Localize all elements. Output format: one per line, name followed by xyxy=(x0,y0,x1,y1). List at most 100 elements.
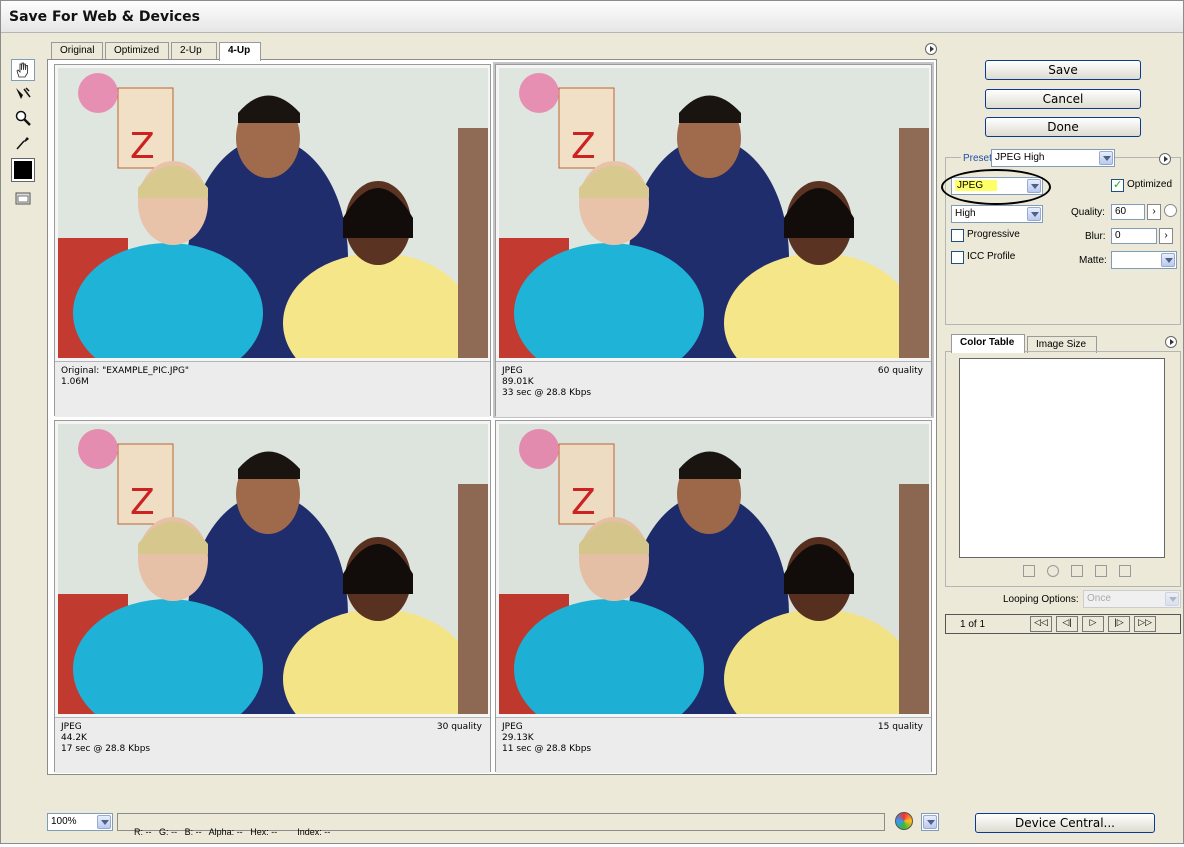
color-table-tools xyxy=(1023,565,1163,581)
play-icon[interactable]: ▷ xyxy=(1082,616,1104,632)
preview-area: Z Original: "EXAMPLE_PIC.JPG" 1.06M Z JP… xyxy=(47,59,937,775)
svg-text:Z: Z xyxy=(571,482,596,523)
looping-options-value: Once xyxy=(1087,593,1111,604)
preview-pane-original[interactable]: Z Original: "EXAMPLE_PIC.JPG" 1.06M xyxy=(54,64,491,417)
color-table-area[interactable] xyxy=(959,358,1165,558)
preset-select[interactable]: JPEG High xyxy=(991,149,1115,167)
zoom-icon[interactable] xyxy=(11,107,35,129)
optimized-checkbox[interactable] xyxy=(1111,178,1124,192)
r-label: R: xyxy=(134,827,144,837)
save-for-web-dialog: Save For Web & Devices Original Optimize… xyxy=(0,0,1184,844)
svg-text:Z: Z xyxy=(571,126,596,167)
previous-frame-icon[interactable]: ◁| xyxy=(1056,616,1078,632)
optimize-menu-icon[interactable] xyxy=(1159,153,1171,165)
pane-file-label: Original: "EXAMPLE_PIC.JPG" xyxy=(61,366,190,376)
quality-input[interactable]: 60 xyxy=(1111,204,1145,220)
matte-label: Matte: xyxy=(1079,255,1107,266)
quality-label: Quality: xyxy=(1071,207,1105,218)
preview-image: Z xyxy=(499,424,929,714)
index-label: Index: xyxy=(297,827,322,837)
preview-image: Z xyxy=(58,68,488,358)
quality-slider-arrow-icon[interactable]: › xyxy=(1147,204,1161,220)
b-label: B: xyxy=(184,827,194,837)
animation-controls: 1 of 1 ◁◁ ◁| ▷ |▷ ▷▷ xyxy=(945,614,1181,634)
tab-original[interactable]: Original xyxy=(51,42,103,59)
tab-2up[interactable]: 2-Up xyxy=(171,42,217,59)
trash-icon[interactable] xyxy=(1119,565,1131,577)
chevron-down-icon[interactable] xyxy=(1161,253,1175,267)
preset-value: JPEG High xyxy=(995,152,1045,163)
pane-format: JPEG xyxy=(502,366,523,376)
done-button[interactable]: Done xyxy=(985,117,1141,137)
quality-level-select[interactable]: High xyxy=(951,205,1043,223)
pane-info: Original: "EXAMPLE_PIC.JPG" 1.06M xyxy=(55,361,490,417)
pane-info: JPEG 44.2K 17 sec @ 28.8 Kbps 30 quality xyxy=(55,717,490,773)
quality-modifier-icon[interactable] xyxy=(1164,204,1177,217)
tab-color-table[interactable]: Color Table xyxy=(951,334,1025,353)
new-color-icon[interactable] xyxy=(1095,565,1107,577)
pane-info: JPEG 89.01K 33 sec @ 28.8 Kbps 60 qualit… xyxy=(496,361,931,417)
blur-label: Blur: xyxy=(1085,231,1106,242)
pane-download-time: 11 sec @ 28.8 Kbps xyxy=(502,744,592,754)
lock-icon[interactable] xyxy=(1071,565,1083,577)
pane-file-size: 44.2K xyxy=(61,733,87,743)
preview-pane-optimized-60[interactable]: Z JPEG 89.01K 33 sec @ 28.8 Kbps 60 qual… xyxy=(493,62,934,418)
chevron-down-icon[interactable] xyxy=(923,815,937,829)
blur-input[interactable]: 0 xyxy=(1111,228,1157,244)
chevron-down-icon[interactable] xyxy=(1027,207,1041,221)
quality-level-value: High xyxy=(955,208,976,219)
svg-text:Z: Z xyxy=(130,126,155,167)
alpha-value: -- xyxy=(236,827,243,837)
preview-menu-icon[interactable] xyxy=(925,43,937,55)
pane-quality: 60 quality xyxy=(877,366,923,376)
looping-options-label: Looping Options: xyxy=(1003,594,1079,605)
preview-pane-optimized-15[interactable]: Z JPEG 29.13K 11 sec @ 28.8 Kbps 15 qual… xyxy=(495,420,932,773)
window-title: Save For Web & Devices xyxy=(9,9,201,25)
icc-profile-label: ICC Profile xyxy=(967,251,1016,262)
hand-tool-icon[interactable] xyxy=(11,59,35,81)
blur-slider-arrow-icon[interactable]: › xyxy=(1159,228,1173,244)
pane-format: JPEG xyxy=(502,722,523,732)
zoom-select[interactable]: 100% xyxy=(47,813,113,831)
first-frame-icon[interactable]: ◁◁ xyxy=(1030,616,1052,632)
pane-quality: 30 quality xyxy=(436,722,482,732)
toggle-slices-icon[interactable] xyxy=(11,187,35,209)
color-readout: R: -- G: -- B: -- Alpha: -- Hex: -- Inde… xyxy=(117,813,885,837)
color-table-menu-icon[interactable] xyxy=(1165,336,1177,348)
tab-4up[interactable]: 4-Up xyxy=(219,42,261,61)
tab-optimized[interactable]: Optimized xyxy=(105,42,169,59)
toolbox xyxy=(11,59,37,211)
svg-text:Z: Z xyxy=(130,482,155,523)
progressive-checkbox[interactable] xyxy=(951,229,964,242)
chevron-down-icon[interactable] xyxy=(97,815,111,829)
preview-image: Z xyxy=(499,68,929,358)
preview-pane-optimized-30[interactable]: Z JPEG 44.2K 17 sec @ 28.8 Kbps 30 quali… xyxy=(54,420,491,773)
web-shift-icon[interactable] xyxy=(1047,565,1059,577)
eyedropper-color-swatch[interactable] xyxy=(11,158,35,182)
pane-format: JPEG xyxy=(61,722,82,732)
map-transparent-icon[interactable] xyxy=(1023,565,1035,577)
preview-image: Z xyxy=(58,424,488,714)
g-label: G: xyxy=(159,827,169,837)
g-value: -- xyxy=(171,827,178,837)
hex-label: Hex: xyxy=(250,827,269,837)
eyedropper-icon[interactable] xyxy=(11,131,35,153)
browser-select[interactable] xyxy=(921,813,939,831)
pane-file-size: 1.06M xyxy=(61,377,89,387)
hex-value: -- xyxy=(271,827,278,837)
chevron-down-icon[interactable] xyxy=(1099,151,1113,165)
cancel-button[interactable]: Cancel xyxy=(985,89,1141,109)
index-value: -- xyxy=(324,827,331,837)
slice-select-icon[interactable] xyxy=(11,83,35,105)
next-frame-icon[interactable]: |▷ xyxy=(1108,616,1130,632)
matte-select[interactable] xyxy=(1111,251,1177,269)
icc-profile-checkbox[interactable] xyxy=(951,251,964,264)
device-central-button[interactable]: Device Central... xyxy=(975,813,1155,833)
optimized-label: Optimized xyxy=(1127,179,1173,190)
preview-in-browser-icon[interactable] xyxy=(895,812,913,830)
save-button[interactable]: Save xyxy=(985,60,1141,80)
alpha-label: Alpha: xyxy=(208,827,235,837)
pane-info: JPEG 29.13K 11 sec @ 28.8 Kbps 15 qualit… xyxy=(496,717,931,773)
last-frame-icon[interactable]: ▷▷ xyxy=(1134,616,1156,632)
annotation-circle xyxy=(941,169,1051,205)
